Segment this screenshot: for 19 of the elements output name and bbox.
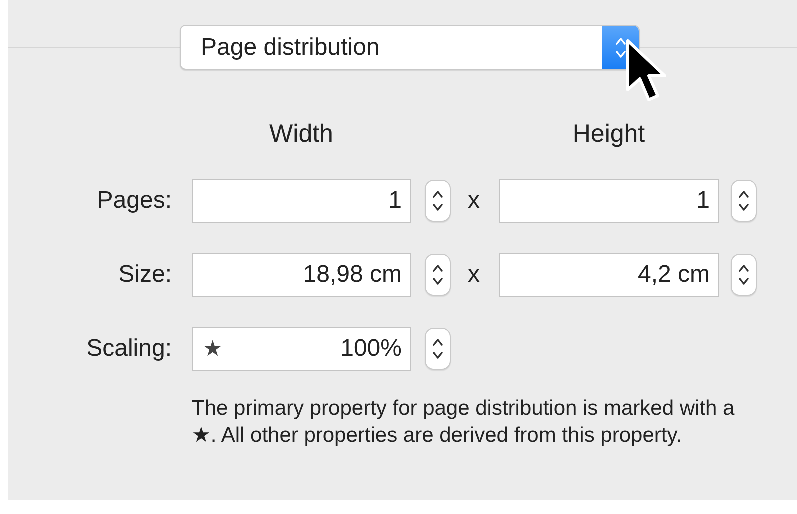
- number-field[interactable]: ★ 100%: [192, 327, 411, 371]
- column-header: Height: [572, 120, 646, 149]
- times-sign: x: [467, 187, 481, 215]
- number-field[interactable]: 18,98 cm: [192, 253, 411, 297]
- number-field[interactable]: 1: [192, 179, 411, 223]
- stepper-button[interactable]: [425, 254, 451, 296]
- page-distribution-popup[interactable]: Page distribution: [180, 25, 640, 70]
- stepper-button[interactable]: [731, 254, 757, 296]
- number-field[interactable]: 1: [499, 179, 719, 223]
- stepper-button[interactable]: [425, 328, 451, 370]
- row-label: Pages:: [96, 187, 172, 215]
- times-sign: x: [467, 261, 481, 289]
- row-label: Size:: [118, 261, 172, 289]
- column-header: Width: [268, 120, 334, 149]
- explanation-text: The primary property for page distribution is marked with a ★. All other properties are derived from this property.: [192, 396, 736, 449]
- stepper-button[interactable]: [731, 180, 757, 222]
- row-label: Scaling:: [86, 335, 172, 363]
- number-field[interactable]: 4,2 cm: [499, 253, 719, 297]
- stepper-button[interactable]: [425, 180, 451, 222]
